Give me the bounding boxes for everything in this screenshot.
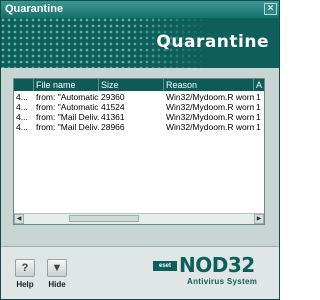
cell-a: 1	[256, 102, 261, 112]
cell-size: 41524	[101, 102, 125, 112]
list-header: File name Size Reason A	[14, 79, 264, 91]
quarantine-window: Quarantine × Quarantine File name Size R…	[0, 0, 280, 300]
close-button[interactable]: ×	[264, 3, 277, 15]
product-name: NOD32	[179, 253, 255, 277]
cell-size: 41361	[101, 112, 125, 122]
header-banner: Quarantine	[1, 18, 279, 68]
scroll-left-icon[interactable]: ◀	[14, 214, 24, 224]
cell-file-name: from: "Automatic...	[36, 92, 99, 102]
column-header-reason[interactable]: Reason	[164, 79, 254, 91]
cell-a: 1	[256, 122, 261, 132]
help-button[interactable]: ? Help	[13, 259, 37, 289]
help-icon: ?	[15, 259, 35, 277]
cell-id: 4...	[16, 102, 28, 112]
footer-bar: ? Help ▼ Hide eset NOD32 Antivirus Syste…	[1, 247, 279, 299]
cell-reason: Win32/Mydoom.R worm	[166, 112, 254, 122]
table-row[interactable]: 4... from: "Automatic... 29360 Win32/Myd…	[14, 92, 264, 102]
cell-reason: Win32/Mydoom.R worm	[166, 102, 254, 112]
column-header-file-name[interactable]: File name	[34, 79, 99, 91]
cell-a: 1	[256, 112, 261, 122]
scroll-right-icon[interactable]: ▶	[254, 214, 264, 224]
table-row[interactable]: 4... from: "Mail Deliv... 41361 Win32/My…	[14, 112, 264, 122]
cell-size: 28966	[101, 122, 125, 132]
cell-reason: Win32/Mydoom.R worm	[166, 122, 254, 132]
cell-id: 4...	[16, 112, 28, 122]
eset-logo-icon: eset	[153, 261, 177, 271]
cell-file-name: from: "Mail Deliv...	[36, 112, 99, 122]
hide-icon: ▼	[47, 259, 67, 277]
cell-reason: Win32/Mydoom.R worm	[166, 92, 254, 102]
horizontal-scrollbar[interactable]: ◀ ▶	[14, 213, 264, 224]
quarantine-list[interactable]: File name Size Reason A 4... from: "Auto…	[13, 78, 265, 225]
nod32-logo: eset NOD32 Antivirus System	[153, 253, 265, 291]
window-title: Quarantine	[5, 3, 64, 15]
column-header-id[interactable]	[14, 79, 34, 91]
scroll-thumb[interactable]	[69, 215, 139, 222]
product-subtitle: Antivirus System	[187, 277, 258, 286]
cell-file-name: from: "Automatic...	[36, 102, 99, 112]
cell-id: 4...	[16, 92, 28, 102]
table-row[interactable]: 4... from: "Mail Deliv... 28966 Win32/My…	[14, 122, 264, 132]
banner-title: Quarantine	[156, 32, 269, 52]
cell-id: 4...	[16, 122, 28, 132]
hide-label: Hide	[48, 280, 66, 289]
cell-size: 29360	[101, 92, 125, 102]
cell-file-name: from: "Mail Deliv...	[36, 122, 99, 132]
table-row[interactable]: 4... from: "Automatic... 41524 Win32/Myd…	[14, 102, 264, 112]
column-header-size[interactable]: Size	[99, 79, 164, 91]
hide-button[interactable]: ▼ Hide	[45, 259, 69, 289]
title-bar[interactable]: Quarantine ×	[1, 1, 279, 18]
content-area: File name Size Reason A 4... from: "Auto…	[1, 68, 279, 246]
cell-a: 1	[256, 92, 261, 102]
help-label: Help	[16, 280, 34, 289]
column-header-a[interactable]: A	[254, 79, 264, 91]
